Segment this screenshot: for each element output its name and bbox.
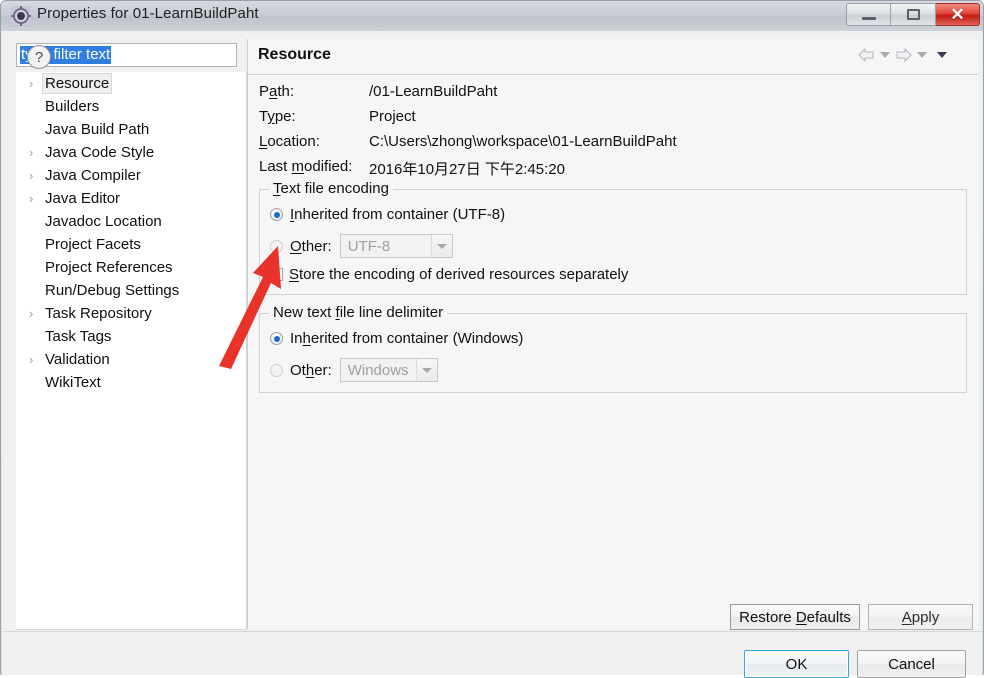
text-file-encoding-group-title: Text file encoding	[269, 180, 393, 197]
encoding-other-radio[interactable]	[270, 239, 283, 253]
ok-label: OK	[785, 655, 808, 673]
window-title: Properties for 01-LearnBuildPaht	[37, 5, 259, 22]
location-label: Location:	[259, 133, 320, 150]
tree-expand-chevron-right-icon[interactable]: ›	[29, 141, 39, 164]
tree-expand-chevron-right-icon[interactable]: ›	[29, 187, 39, 210]
delimiter-combo-value: Windows	[347, 361, 409, 379]
encoding-inherited-radio[interactable]	[270, 208, 283, 221]
sidebar-item-label: Validation	[45, 351, 110, 368]
sidebar-item-label: Task Tags	[45, 328, 112, 345]
help-glyph: ?	[34, 48, 44, 66]
encoding-inherited-label: Inherited from container (UTF-8)	[290, 206, 506, 223]
properties-gear-icon	[11, 6, 31, 26]
sidebar-item-label: Run/Debug Settings	[45, 282, 180, 299]
sidebar-item-wikitext[interactable]: WikiText	[16, 371, 246, 394]
sidebar-item-label: Builders	[45, 98, 100, 115]
sidebar-item-java-editor[interactable]: › Java Editor	[16, 187, 246, 210]
sidebar-item-builders[interactable]: Builders	[16, 95, 246, 118]
delimiter-other-radio[interactable]	[270, 363, 283, 377]
forward-history-chevron-down-icon[interactable]	[917, 52, 927, 58]
help-icon[interactable]: ?	[27, 45, 51, 69]
type-label: Type:	[259, 108, 296, 125]
encoding-combo-chevron-down-icon[interactable]	[430, 235, 452, 257]
ok-button[interactable]: OK	[744, 650, 849, 678]
minimize-icon	[861, 16, 876, 20]
page-title: Resource	[258, 46, 331, 63]
line-delimiter-group: New text file line delimiter Inherited f…	[259, 304, 967, 393]
sidebar-item-project-facets[interactable]: Project Facets	[16, 233, 246, 256]
path-label: Path:	[259, 83, 295, 100]
line-delimiter-group-title: New text file line delimiter	[269, 304, 448, 321]
sidebar-item-java-compiler[interactable]: › Java Compiler	[16, 164, 246, 187]
sidebar-item-label: Java Editor	[45, 190, 121, 207]
sidebar-item-project-references[interactable]: Project References	[16, 256, 246, 279]
sidebar-item-javadoc-location[interactable]: Javadoc Location	[16, 210, 246, 233]
encoding-inherited-radio-row[interactable]: Inherited from container (UTF-8)	[270, 206, 505, 223]
sidebar-item-label: Project Facets	[45, 236, 141, 253]
type-value: Project	[369, 108, 416, 125]
forward-arrow-icon[interactable]	[895, 48, 912, 62]
apply-label: Apply	[901, 608, 940, 626]
cancel-label: Cancel	[888, 655, 935, 673]
sidebar-item-java-build-path[interactable]: Java Build Path	[16, 118, 246, 141]
encoding-other-label: Other:	[290, 237, 332, 255]
delimiter-inherited-radio[interactable]	[270, 332, 283, 345]
sidebar-item-label: WikiText	[45, 374, 101, 391]
sidebar-item-resource[interactable]: › Resource	[16, 72, 246, 95]
cancel-button[interactable]: Cancel	[857, 650, 966, 678]
sidebar-item-task-repository[interactable]: › Task Repository	[16, 302, 246, 325]
sidebar-item-label: Java Code Style	[45, 144, 155, 161]
delimiter-other-label: Other:	[290, 361, 332, 379]
close-icon: ✕	[950, 5, 965, 24]
delimiter-other-radio-row[interactable]: Other: Windows	[270, 358, 438, 382]
delimiter-combo-chevron-down-icon[interactable]	[415, 359, 437, 381]
store-encoding-checkbox[interactable]	[270, 268, 283, 281]
preference-tree[interactable]: › Resource Builders Java Build Path › Java Co…	[16, 72, 247, 630]
back-history-chevron-down-icon[interactable]	[880, 52, 890, 58]
store-encoding-label: Store the encoding of derived resources …	[289, 266, 629, 283]
sidebar-item-label: Project References	[45, 259, 173, 276]
dialog-body: type filter text › Resource Builders Java B…	[2, 31, 982, 678]
restore-defaults-label: Restore Defaults	[739, 608, 851, 626]
minimize-button[interactable]	[846, 3, 891, 26]
store-encoding-checkbox-row[interactable]: Store the encoding of derived resources …	[270, 266, 628, 283]
last-modified-label: Last modified:	[259, 158, 353, 175]
close-button[interactable]: ✕	[936, 3, 980, 26]
tree-expand-chevron-right-icon[interactable]: ›	[29, 72, 39, 95]
tree-expand-chevron-right-icon[interactable]: ›	[29, 302, 39, 325]
sidebar-item-label: Java Build Path	[45, 121, 150, 138]
back-arrow-icon[interactable]	[858, 48, 875, 62]
sidebar-item-label: Java Compiler	[45, 167, 141, 184]
encoding-combo[interactable]: UTF-8	[339, 234, 453, 258]
delimiter-inherited-radio-row[interactable]: Inherited from container (Windows)	[270, 330, 523, 347]
maximize-button[interactable]	[891, 3, 936, 26]
sidebar-item-label: Javadoc Location	[45, 213, 162, 230]
sidebar-item-label: Resource	[42, 73, 113, 94]
text-file-encoding-group: Text file encoding Inherited from contai…	[259, 180, 967, 295]
tree-expand-chevron-right-icon[interactable]: ›	[29, 348, 39, 371]
content-header: Resource	[248, 39, 978, 75]
path-value: /01-LearnBuildPaht	[369, 83, 498, 100]
apply-button[interactable]: Apply	[868, 604, 973, 630]
restore-defaults-button[interactable]: Restore Defaults	[730, 604, 860, 630]
navigation-toolbar	[858, 48, 952, 62]
sidebar-item-task-tags[interactable]: Task Tags	[16, 325, 246, 348]
sidebar-item-validation[interactable]: › Validation	[16, 348, 246, 371]
location-value: C:\Users\zhong\workspace\01-LearnBuildPa…	[369, 133, 677, 150]
delimiter-inherited-label: Inherited from container (Windows)	[290, 330, 524, 347]
content-pane: Resource Path: /01-LearnBuildPaht Type: …	[247, 39, 978, 630]
encoding-combo-value: UTF-8	[347, 237, 391, 255]
tree-expand-chevron-right-icon[interactable]: ›	[29, 164, 39, 187]
sidebar-item-label: Task Repository	[45, 305, 152, 322]
sidebar-item-run-debug-settings[interactable]: Run/Debug Settings	[16, 279, 246, 302]
sidebar-item-java-code-style[interactable]: › Java Code Style	[16, 141, 246, 164]
maximize-icon	[906, 9, 920, 20]
last-modified-value: 2016年10月27日 下午2:45:20	[369, 161, 565, 178]
properties-dialog-window: Properties for 01-LearnBuildPaht ✕ type …	[0, 0, 984, 678]
title-bar[interactable]: Properties for 01-LearnBuildPaht ✕	[1, 1, 983, 31]
delimiter-combo[interactable]: Windows	[339, 358, 438, 382]
view-menu-chevron-down-icon[interactable]	[937, 52, 947, 58]
resource-page: Path: /01-LearnBuildPaht Type: Project L…	[248, 75, 978, 630]
encoding-other-radio-row[interactable]: Other: UTF-8	[270, 234, 453, 258]
